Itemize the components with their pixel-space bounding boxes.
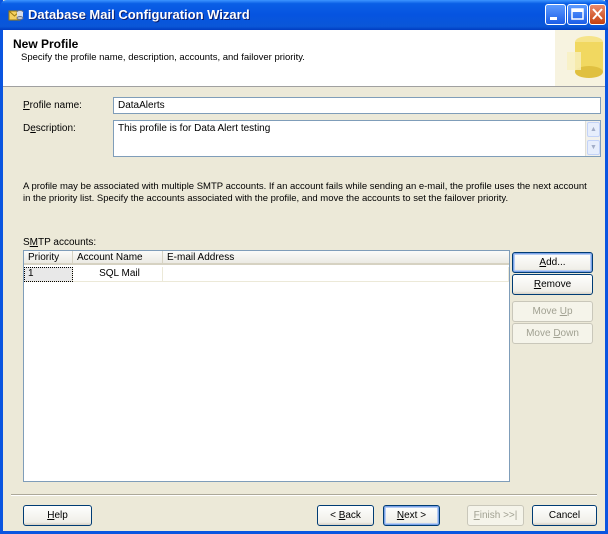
minimize-button[interactable]	[545, 4, 566, 25]
table-row[interactable]: 1 SQL Mail	[24, 267, 509, 282]
profile-name-input[interactable]: DataAlerts	[113, 97, 601, 114]
scroll-down-arrow-icon[interactable]: ▼	[587, 140, 600, 155]
title-bar[interactable]: Database Mail Configuration Wizard	[0, 0, 608, 30]
description-input[interactable]: This profile is for Data Alert testing ▲…	[113, 120, 601, 157]
maximize-icon	[571, 8, 584, 20]
maximize-button[interactable]	[567, 4, 588, 25]
smtp-accounts-label: SMTP accounts:	[23, 237, 97, 248]
grid-header: Priority Account Name E-mail Address	[24, 251, 509, 265]
move-up-button[interactable]: Move Up	[512, 301, 593, 322]
column-header-account-name[interactable]: Account Name	[73, 251, 163, 265]
page-subtitle: Specify the profile name, description, a…	[21, 52, 305, 63]
cell-priority[interactable]: 1	[24, 267, 73, 282]
window-title: Database Mail Configuration Wizard	[28, 7, 250, 22]
description-text: This profile is for Data Alert testing	[118, 123, 271, 134]
help-button[interactable]: Help	[23, 505, 92, 526]
smtp-accounts-grid[interactable]: Priority Account Name E-mail Address 1 S…	[23, 250, 510, 482]
minimize-icon	[550, 17, 557, 20]
description-scrollbar[interactable]: ▲ ▼	[585, 121, 600, 156]
page-title: New Profile	[13, 37, 79, 51]
cell-email[interactable]	[163, 267, 509, 282]
footer-divider	[11, 494, 597, 496]
database-graphic-icon	[555, 30, 605, 86]
remove-button[interactable]: Remove	[512, 274, 593, 295]
close-button[interactable]	[589, 4, 606, 25]
column-header-priority[interactable]: Priority	[24, 251, 73, 265]
finish-button[interactable]: Finish >>|	[467, 505, 524, 526]
info-text: A profile may be associated with multipl…	[23, 181, 587, 204]
wizard-header: New Profile Specify the profile name, de…	[3, 30, 605, 87]
cell-account-name[interactable]: SQL Mail	[73, 267, 163, 282]
profile-name-label: Profile name:	[23, 100, 82, 111]
column-header-email[interactable]: E-mail Address	[163, 251, 509, 265]
wizard-window: Database Mail Configuration Wizard New P…	[0, 0, 608, 534]
close-icon	[592, 8, 603, 20]
back-button[interactable]: < Back	[317, 505, 374, 526]
scroll-up-arrow-icon[interactable]: ▲	[587, 122, 600, 137]
database-mail-icon	[8, 10, 24, 21]
next-button[interactable]: Next >	[383, 505, 440, 526]
move-down-button[interactable]: Move Down	[512, 323, 593, 344]
add-button[interactable]: Add...	[512, 252, 593, 273]
description-label: Description:	[23, 123, 76, 134]
cancel-button[interactable]: Cancel	[532, 505, 597, 526]
